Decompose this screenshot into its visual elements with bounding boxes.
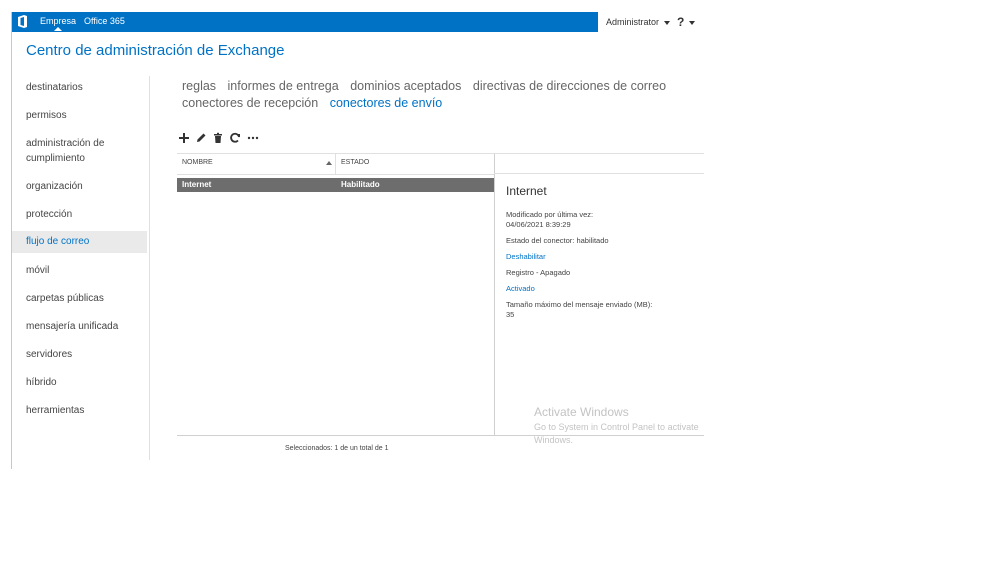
nav-item-carpetas-publicas[interactable]: carpetas públicas xyxy=(12,291,147,306)
nav-item-servidores[interactable]: servidores xyxy=(12,347,147,362)
nav-item-proteccion[interactable]: protección xyxy=(12,207,147,222)
selection-status: Seleccionados: 1 de un total de 1 xyxy=(285,445,389,452)
max-size-value: 35 xyxy=(506,310,515,319)
connectors-list: NOMBRE ESTADO Internet Habilitado xyxy=(177,153,495,436)
nav-item-movil[interactable]: móvil xyxy=(12,263,147,278)
activate-windows-watermark: Activate Windows Go to System in Control… xyxy=(534,405,704,447)
help-icon: ? xyxy=(677,15,685,29)
list-header: NOMBRE ESTADO xyxy=(177,153,495,175)
log-state: Registro - Apagado xyxy=(506,268,571,277)
modified-label: Modificado por última vez: xyxy=(506,210,594,219)
watermark-title: Activate Windows xyxy=(534,405,629,419)
connector-state: Estado del conector: habilitado xyxy=(506,236,609,245)
admin-label: Administrator xyxy=(606,17,660,27)
page-title: Centro de administración de Exchange xyxy=(26,42,285,59)
nav-item-herramientas[interactable]: herramientas xyxy=(12,403,147,418)
refresh-icon[interactable] xyxy=(228,131,242,145)
admin-menu[interactable]: Administrator xyxy=(606,12,671,32)
active-indicator xyxy=(54,27,62,31)
tab-reglas[interactable]: reglas xyxy=(182,79,216,93)
chevron-down-icon xyxy=(689,20,696,25)
office-logo-icon[interactable] xyxy=(17,15,28,28)
row-state: Habilitado xyxy=(341,180,380,189)
sort-ascending-icon[interactable] xyxy=(326,161,332,165)
details-pane: Internet Modificado por última vez: 04/0… xyxy=(506,184,696,320)
more-icon[interactable] xyxy=(246,131,260,145)
top-bar-right: Administrator ? xyxy=(598,12,704,32)
column-header-estado[interactable]: ESTADO xyxy=(341,159,369,166)
table-row[interactable]: Internet Habilitado xyxy=(177,178,495,192)
nav-item-flujo-de-correo[interactable]: flujo de correo xyxy=(12,231,147,253)
edit-icon[interactable] xyxy=(194,131,208,145)
details-title: Internet xyxy=(506,184,547,198)
nav-item-permisos[interactable]: permisos xyxy=(12,108,147,123)
enable-log-link[interactable]: Activado xyxy=(506,284,696,294)
add-icon[interactable] xyxy=(177,131,191,145)
tab-conectores-de-envio[interactable]: conectores de envío xyxy=(330,96,443,110)
tab-dominios-aceptados[interactable]: dominios aceptados xyxy=(350,79,461,93)
detail-divider xyxy=(494,153,495,436)
sub-tabs: reglas informes de entrega dominios acep… xyxy=(182,78,682,112)
chevron-down-icon xyxy=(664,20,671,25)
left-nav: destinatarios permisos administración de… xyxy=(12,76,150,460)
nav-item-mensajeria-unificada[interactable]: mensajería unificada xyxy=(12,319,147,334)
column-separator xyxy=(335,154,336,174)
tab-directivas-direcciones[interactable]: directivas de direcciones de correo xyxy=(473,79,666,93)
modified-value: 04/06/2021 8:39:29 xyxy=(506,220,571,229)
detail-header-border xyxy=(494,173,704,174)
top-bar: Empresa Office 365 Administrator ? xyxy=(12,12,704,32)
exchange-admin-window: Empresa Office 365 Administrator ? Centr… xyxy=(11,12,704,469)
watermark-text: Go to System in Control Panel to activat… xyxy=(534,422,699,445)
nav-item-cumplimiento[interactable]: administración de cumplimiento xyxy=(12,136,142,166)
tab-informes-de-entrega[interactable]: informes de entrega xyxy=(228,79,339,93)
office365-link[interactable]: Office 365 xyxy=(84,12,125,32)
row-name: Internet xyxy=(182,180,212,189)
disable-link[interactable]: Deshabilitar xyxy=(506,252,696,262)
tab-conectores-de-recepcion[interactable]: conectores de recepción xyxy=(182,96,318,110)
delete-icon[interactable] xyxy=(211,131,225,145)
column-header-nombre[interactable]: NOMBRE xyxy=(182,159,213,166)
nav-item-hibrido[interactable]: híbrido xyxy=(12,375,147,390)
help-menu[interactable]: ? xyxy=(677,12,696,32)
nav-item-organizacion[interactable]: organización xyxy=(12,179,147,194)
nav-item-destinatarios[interactable]: destinatarios xyxy=(12,80,147,95)
detail-top-border xyxy=(494,153,704,154)
max-size-label: Tamaño máximo del mensaje enviado (MB): xyxy=(506,300,653,309)
